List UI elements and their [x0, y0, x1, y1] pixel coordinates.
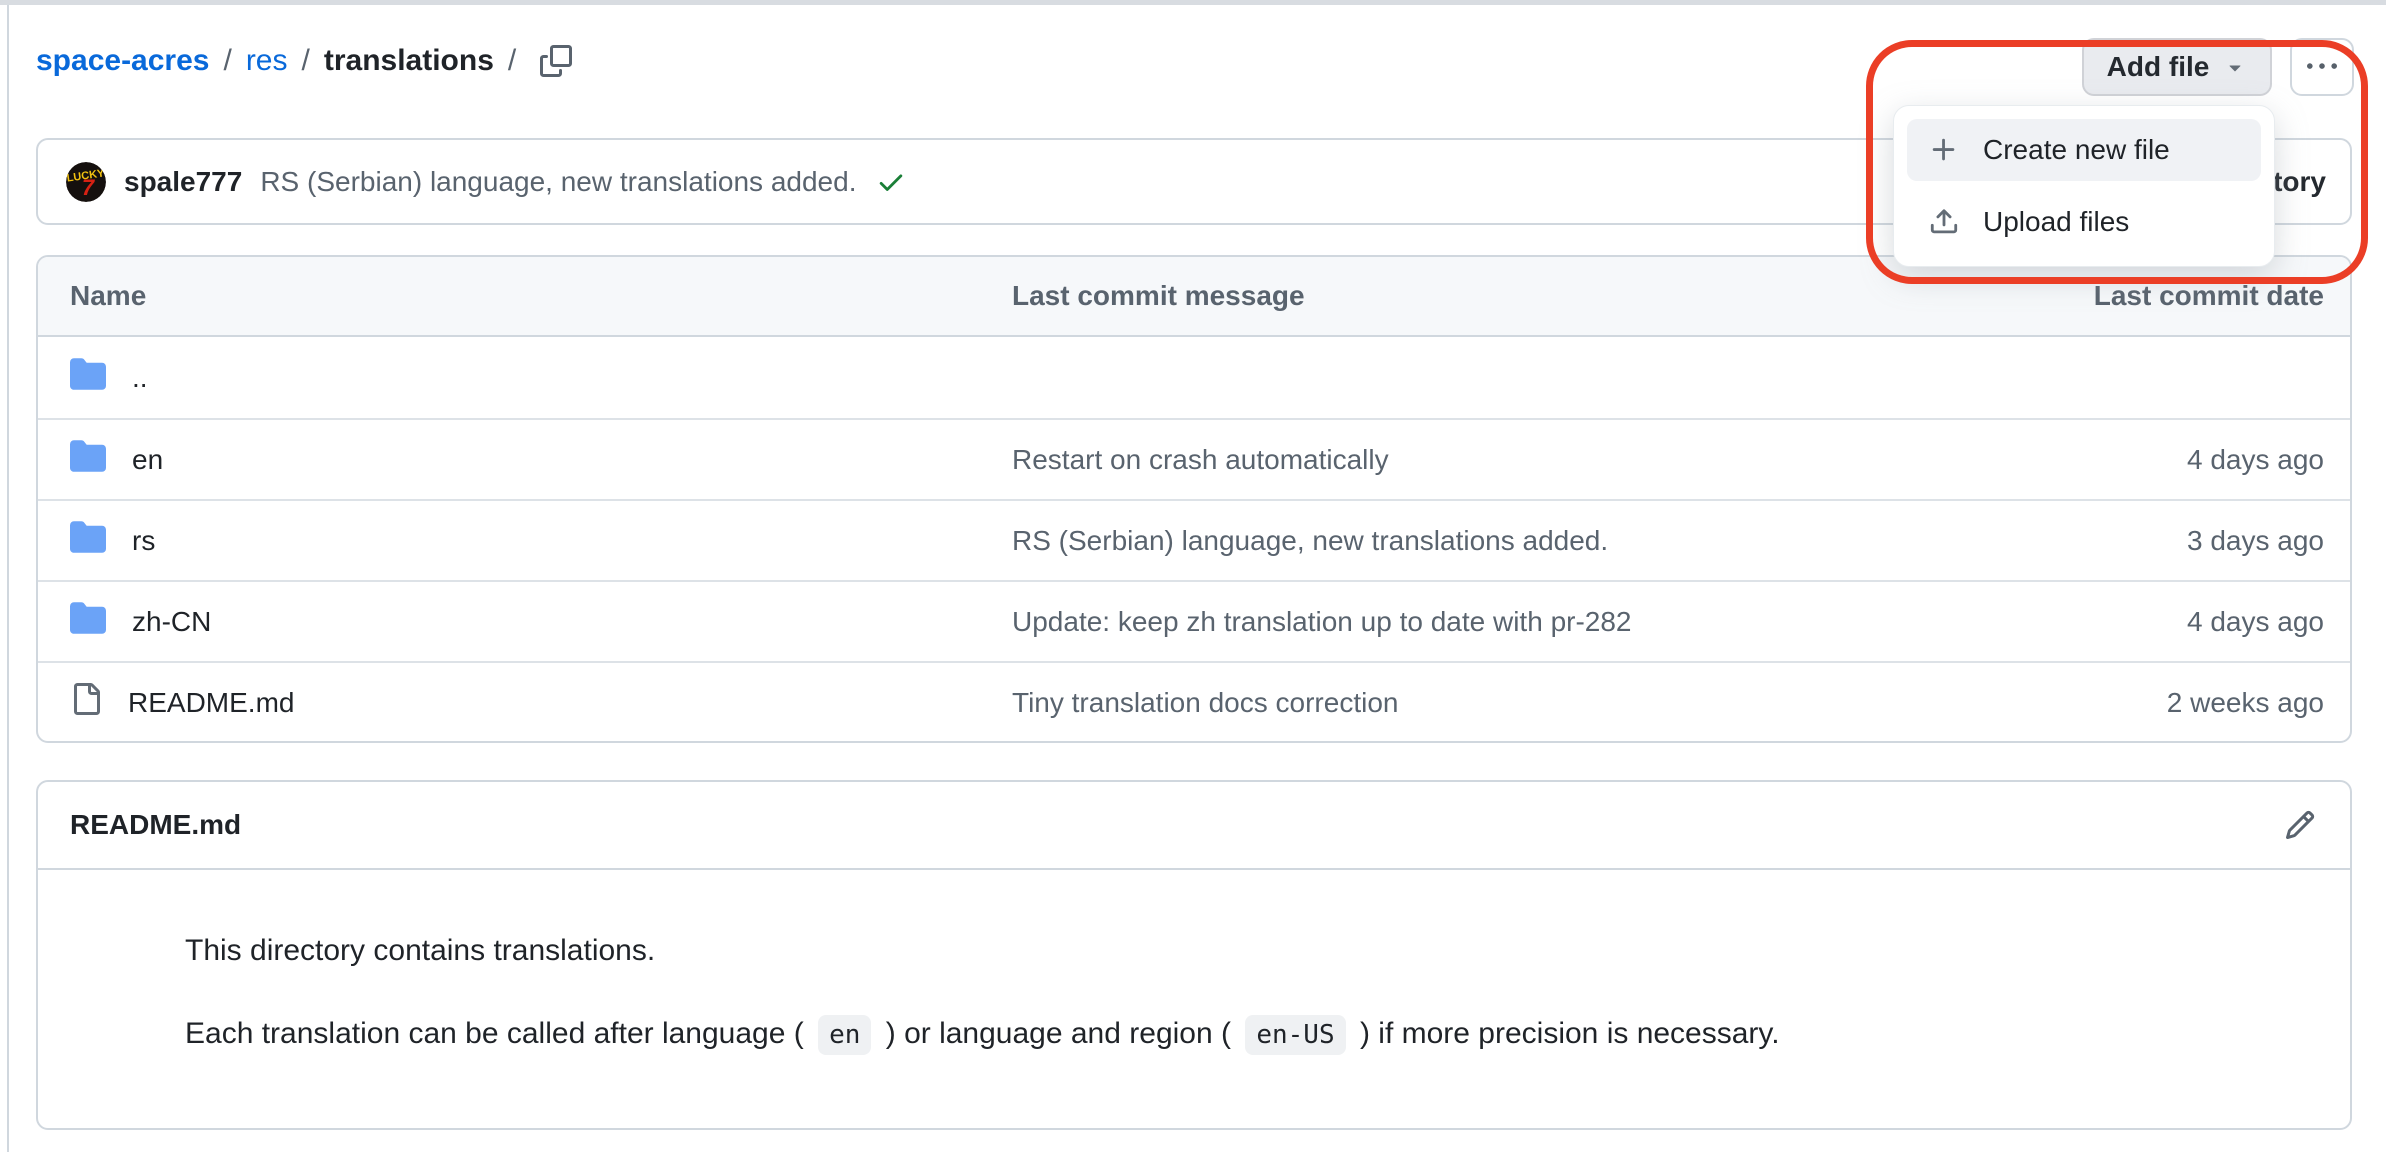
row-commit-message[interactable]: Update: keep zh translation up to date w… — [1012, 606, 1970, 638]
left-page-edge — [7, 5, 9, 1152]
upload-icon — [1929, 207, 1959, 237]
commit-message[interactable]: RS (Serbian) language, new translations … — [260, 166, 856, 198]
file-name[interactable]: en — [132, 444, 163, 476]
table-row-parent-dir[interactable]: .. — [38, 337, 2350, 418]
commit-author[interactable]: spale777 — [124, 166, 242, 198]
copy-icon — [540, 45, 572, 77]
add-file-label: Add file — [2107, 51, 2210, 83]
readme-content: This directory contains translations. Ea… — [38, 870, 2350, 1056]
file-name[interactable]: README.md — [128, 687, 294, 719]
readme-section: README.md This directory contains transl… — [36, 780, 2352, 1130]
check-icon[interactable] — [876, 167, 906, 197]
folder-icon — [70, 600, 106, 643]
table-row-zh-CN[interactable]: zh-CN Update: keep zh translation up to … — [38, 580, 2350, 661]
breadcrumb-res-link[interactable]: res — [246, 44, 288, 78]
column-header-name: Name — [38, 280, 1012, 312]
readme-text: ) or language and region ( — [886, 1017, 1231, 1050]
file-name[interactable]: rs — [132, 525, 155, 557]
github-repo-directory-page: space-acres / res / translations / LUCKY… — [0, 0, 2386, 1152]
breadcrumb-separator: / — [302, 44, 310, 78]
more-options-button[interactable] — [2290, 38, 2354, 96]
menu-item-create-new-file[interactable]: Create new file — [1907, 119, 2261, 181]
row-commit-message[interactable]: Restart on crash automatically — [1012, 444, 1970, 476]
table-row-rs[interactable]: rs RS (Serbian) language, new translatio… — [38, 499, 2350, 580]
table-header-row: Name Last commit message Last commit dat… — [38, 257, 2350, 337]
breadcrumb-repo-link[interactable]: space-acres — [36, 44, 209, 78]
row-commit-date: 4 days ago — [1970, 444, 2350, 476]
menu-item-label: Upload files — [1983, 206, 2129, 238]
inline-code-en: en — [818, 1015, 871, 1055]
menu-item-label: Create new file — [1983, 134, 2170, 166]
menu-item-upload-files[interactable]: Upload files — [1907, 191, 2261, 253]
breadcrumb-separator: / — [223, 44, 231, 78]
folder-icon — [70, 519, 106, 562]
readme-text: Each translation can be called after lan… — [185, 1017, 804, 1050]
readme-paragraph-2: Each translation can be called after lan… — [185, 1011, 2310, 1056]
breadcrumb: space-acres / res / translations / — [36, 44, 572, 78]
top-divider — [0, 0, 2386, 5]
avatar[interactable]: LUCKY7 — [66, 162, 106, 202]
breadcrumb-separator: / — [508, 44, 516, 78]
file-name[interactable]: zh-CN — [132, 606, 211, 638]
folder-icon — [70, 438, 106, 481]
row-commit-date: 2 weeks ago — [1970, 687, 2350, 719]
row-commit-date: 4 days ago — [1970, 606, 2350, 638]
edit-readme-button[interactable] — [2284, 809, 2316, 841]
row-commit-message[interactable]: RS (Serbian) language, new translations … — [1012, 525, 1970, 557]
folder-icon — [70, 356, 106, 399]
svg-text:7: 7 — [82, 175, 96, 200]
readme-title: README.md — [70, 809, 241, 841]
file-tree-table: Name Last commit message Last commit dat… — [36, 255, 2352, 743]
triangle-down-icon — [2223, 55, 2247, 79]
readme-paragraph-1: This directory contains translations. — [185, 928, 2310, 973]
table-row-en[interactable]: en Restart on crash automatically 4 days… — [38, 418, 2350, 499]
file-name[interactable]: .. — [132, 362, 148, 394]
table-row-readme[interactable]: README.md Tiny translation docs correcti… — [38, 661, 2350, 742]
kebab-horizontal-icon — [2307, 52, 2337, 82]
breadcrumb-current-dir: translations — [324, 44, 494, 78]
add-file-dropdown-menu: Create new file Upload files — [1893, 105, 2275, 267]
pencil-icon — [2284, 809, 2316, 841]
row-commit-message[interactable]: Tiny translation docs correction — [1012, 687, 1970, 719]
inline-code-en-US: en-US — [1245, 1015, 1345, 1055]
row-commit-date: 3 days ago — [1970, 525, 2350, 557]
readme-header: README.md — [38, 782, 2350, 870]
file-icon — [70, 683, 102, 722]
readme-text: ) if more precision is necessary. — [1360, 1017, 1780, 1050]
column-header-last-commit-message: Last commit message — [1012, 280, 1970, 312]
column-header-last-commit-date: Last commit date — [1970, 280, 2350, 312]
add-file-button[interactable]: Add file — [2082, 38, 2272, 96]
plus-icon — [1929, 135, 1959, 165]
copy-path-button[interactable] — [540, 45, 572, 77]
